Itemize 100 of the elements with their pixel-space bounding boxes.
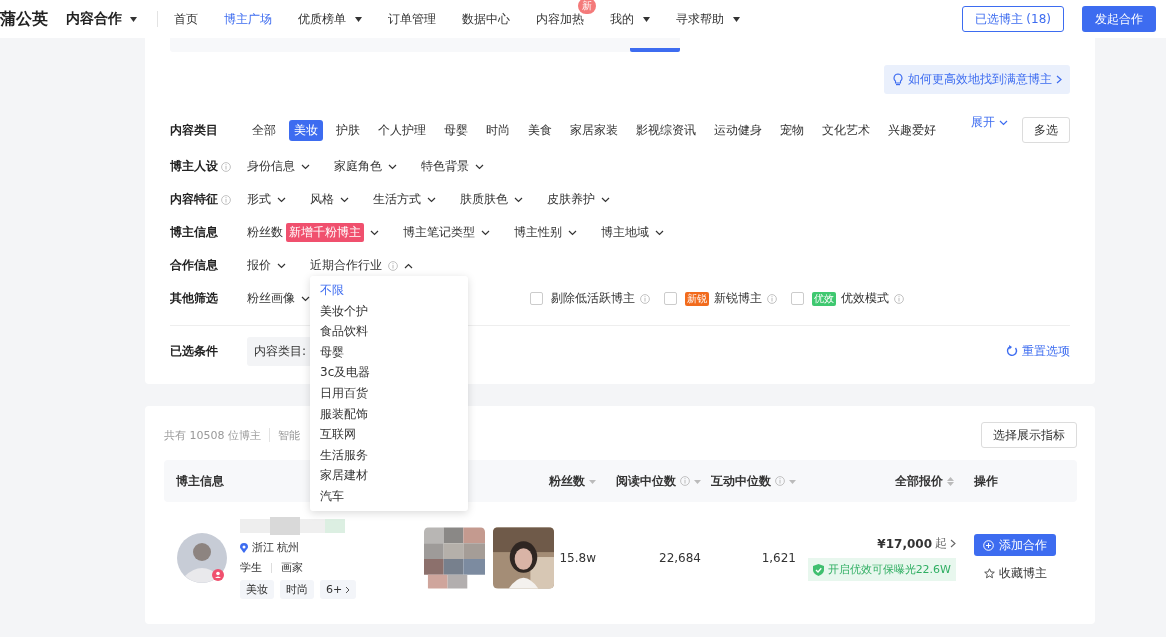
chevron-right-icon — [1056, 75, 1062, 84]
checkbox-label: 优效模式 — [841, 290, 889, 307]
filter-dropdown[interactable]: 身份信息 — [247, 158, 310, 175]
promo-badge: 开启优效可保曝光22.6W — [807, 558, 956, 581]
menu-item[interactable]: 日用百货 — [310, 382, 468, 404]
new-badge: 新增千粉博主 — [286, 223, 364, 242]
filter-dropdown[interactable]: 报价 — [247, 257, 286, 274]
multi-select-button[interactable]: 多选 — [1022, 117, 1070, 143]
logo-text: 蒲公英 — [0, 8, 48, 30]
caret-down-icon — [568, 229, 577, 236]
filter-label: 已选条件 — [170, 342, 218, 360]
checkbox[interactable] — [664, 292, 677, 305]
star-icon — [984, 568, 995, 579]
filter-dropdown[interactable]: 家庭角色 — [334, 158, 397, 175]
category-tag[interactable]: 影视综资讯 — [631, 119, 701, 141]
expand-link[interactable]: 展开 — [971, 114, 1008, 131]
column-header[interactable]: 全部报价 — [895, 472, 966, 490]
nav-item[interactable]: 博主广场 — [224, 6, 272, 32]
filter-dropdown[interactable]: 特色背景 — [421, 158, 484, 175]
caret-down-icon — [130, 16, 137, 22]
caret-down-icon — [733, 16, 740, 22]
reset-link[interactable]: 重置选项 — [1006, 342, 1070, 360]
filter-label: 内容特征 — [170, 191, 218, 208]
menu-item[interactable]: 生活服务 — [310, 444, 468, 466]
category-tag[interactable]: 美食 — [523, 119, 557, 141]
category-tag[interactable]: 宠物 — [775, 119, 809, 141]
filter-dropdown[interactable]: 博主地域 — [601, 224, 664, 241]
nav-item[interactable]: 订单管理 — [388, 6, 436, 32]
nav-item[interactable]: 数据中心 — [462, 6, 510, 32]
filter-dropdown[interactable]: 粉丝画像 — [247, 290, 310, 307]
filter-dropdown[interactable]: 博主性别 — [514, 224, 577, 241]
chevron-right-icon — [345, 585, 351, 594]
caret-down-icon — [277, 196, 286, 203]
caret-down-icon — [301, 163, 310, 170]
category-tag[interactable]: 运动健身 — [709, 119, 767, 141]
chevron-down-icon — [999, 119, 1008, 126]
menu-item[interactable]: 美妆个护 — [310, 300, 468, 322]
category-tag[interactable]: 母婴 — [439, 119, 473, 141]
caret-down-icon — [370, 229, 379, 236]
filter-dropdown[interactable]: 皮肤养护 — [547, 191, 610, 208]
metrics-button[interactable]: 选择展示指标 — [981, 422, 1077, 448]
filter-dropdown[interactable]: 博主笔记类型 — [403, 224, 490, 241]
column-header[interactable]: 粉丝数 — [549, 472, 604, 490]
category-tag[interactable]: 护肤 — [331, 119, 365, 141]
nav-item[interactable]: 首页 — [174, 6, 198, 32]
filter-dropdown[interactable]: 形式 — [247, 191, 286, 208]
nav-item[interactable]: 寻求帮助 — [676, 6, 740, 32]
caret-down-icon — [643, 16, 650, 22]
add-cooperation-button[interactable]: 添加合作 — [974, 534, 1056, 556]
filter-label: 博主人设 — [170, 158, 218, 175]
table-cell-text: 22,684 — [658, 551, 702, 565]
filter-dropdown[interactable]: 生活方式 — [373, 191, 436, 208]
nav-item[interactable]: 我的 — [610, 6, 650, 32]
menu-item[interactable]: 家居建材 — [310, 465, 468, 486]
checkbox[interactable] — [530, 292, 543, 305]
filter-dropdown[interactable]: 肤质肤色 — [460, 191, 523, 208]
filter-dropdown[interactable]: 风格 — [310, 191, 349, 208]
category-tag[interactable]: 兴趣爱好 — [883, 119, 941, 141]
category-tag[interactable]: 家居家装 — [565, 119, 623, 141]
avatar-icon — [176, 532, 228, 584]
search-field[interactable] — [170, 38, 680, 52]
menu-item[interactable]: 服装配饰 — [310, 403, 468, 425]
menu-item[interactable]: 汽车 — [310, 485, 468, 507]
category-tag[interactable]: 时尚 — [481, 119, 515, 141]
info-icon — [680, 476, 690, 486]
caret-down-icon — [277, 262, 286, 269]
blogger-tag: 时尚 — [280, 580, 314, 599]
shield-check-icon — [812, 563, 824, 576]
caret-down-icon — [475, 163, 484, 170]
blogger-tag[interactable]: 6+ — [320, 580, 357, 599]
category-tag[interactable]: 个人护理 — [373, 119, 431, 141]
category-tag[interactable]: 全部 — [247, 119, 281, 141]
new-badge: 新 — [578, 0, 596, 14]
price-link[interactable]: ¥17,000 起 — [877, 535, 956, 552]
menu-item[interactable]: 不限 — [310, 280, 468, 301]
help-link[interactable]: 如何更高效地找到满意博主 — [884, 65, 1070, 94]
caret-down-icon — [655, 229, 664, 236]
product-menu[interactable]: 内容合作 — [66, 10, 137, 28]
label-tag: 新锐 — [685, 291, 709, 306]
nav-item[interactable]: 优质榜单 — [298, 6, 362, 32]
menu-item[interactable]: 互联网 — [310, 424, 468, 445]
category-tag[interactable]: 美妆 — [289, 119, 323, 141]
info-icon — [388, 260, 398, 271]
checkbox[interactable] — [791, 292, 804, 305]
search-button[interactable] — [630, 48, 680, 52]
filter-label: 合作信息 — [170, 257, 218, 274]
column-header[interactable]: 互动中位数 — [711, 472, 804, 490]
role-text: 画家 — [281, 560, 303, 575]
column-header[interactable]: 阅读中位数 — [616, 472, 709, 490]
filter-dropdown[interactable]: 粉丝数 新增千粉博主 — [247, 223, 379, 242]
category-tag[interactable]: 文化艺术 — [817, 119, 875, 141]
favorite-link[interactable]: 收藏博主 — [974, 565, 1047, 582]
info-icon — [775, 476, 785, 486]
start-cooperation-button[interactable]: 发起合作 — [1082, 6, 1156, 32]
filter-label: 博主信息 — [170, 224, 218, 241]
plus-circle-icon — [983, 539, 994, 551]
caret-up-icon — [404, 262, 413, 269]
caret-down-icon — [340, 196, 349, 203]
checkbox-label: 剔除低活跃博主 — [551, 290, 635, 307]
selected-bloggers-button[interactable]: 已选博主 (18) — [961, 6, 1064, 32]
